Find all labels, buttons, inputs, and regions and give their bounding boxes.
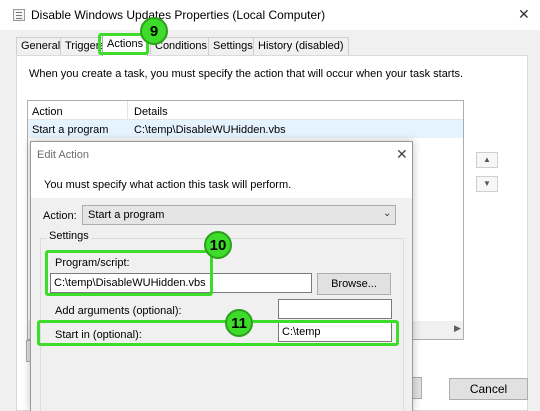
move-up-button[interactable]: ▲ <box>476 152 498 168</box>
arguments-label: Add arguments (optional): <box>55 305 182 317</box>
row-action-cell: Start a program <box>32 124 109 136</box>
edit-action-title: Edit Action <box>37 149 89 161</box>
arguments-input[interactable] <box>278 299 392 319</box>
column-divider <box>127 101 128 119</box>
close-icon[interactable]: ✕ <box>396 146 408 163</box>
column-header-action[interactable]: Action <box>32 106 63 118</box>
scroll-right-icon[interactable]: ▶ <box>454 323 461 334</box>
cancel-button[interactable]: Cancel <box>449 378 528 400</box>
browse-button[interactable]: Browse... <box>317 273 391 295</box>
move-down-button[interactable]: ▼ <box>476 176 498 192</box>
actions-intro-text: When you create a task, you must specify… <box>29 68 464 80</box>
highlight-start-in <box>37 320 399 346</box>
step-badge-11: 11 <box>225 309 253 337</box>
chevron-down-icon[interactable]: ⌄ <box>383 208 391 219</box>
tab-history[interactable]: History (disabled) <box>253 37 349 55</box>
window-title: Disable Windows Updates Properties (Loca… <box>31 8 326 22</box>
task-scheduler-icon <box>13 9 25 21</box>
action-label: Action: <box>43 210 77 222</box>
settings-group-label: Settings <box>47 230 91 242</box>
tab-settings[interactable]: Settings <box>208 37 258 55</box>
step-badge-9: 9 <box>140 17 168 45</box>
column-header-details[interactable]: Details <box>134 106 168 118</box>
close-icon[interactable]: ✕ <box>518 6 530 23</box>
action-select-value: Start a program <box>88 209 165 221</box>
row-details-cell: C:\temp\DisableWUHidden.vbs <box>134 124 286 136</box>
step-badge-10: 10 <box>204 231 232 259</box>
edit-action-intro: You must specify what action this task w… <box>44 179 292 191</box>
tab-general[interactable]: General <box>16 37 66 55</box>
highlight-program-script <box>45 250 213 296</box>
